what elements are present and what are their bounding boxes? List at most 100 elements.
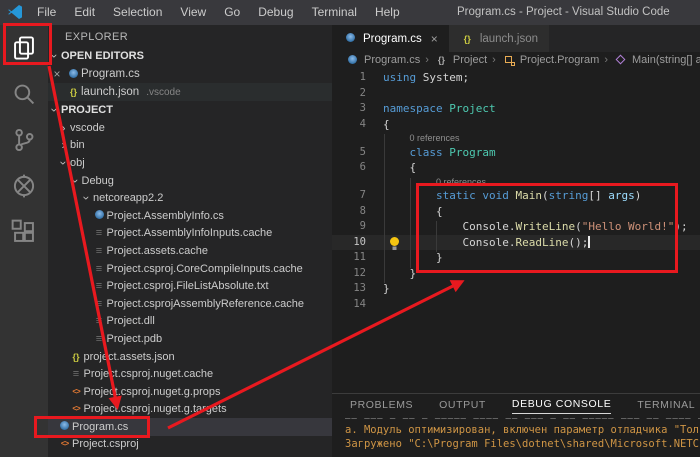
line-number[interactable]: 7: [332, 188, 366, 204]
code-line-3[interactable]: 3namespace Project: [332, 101, 700, 117]
panel-tab-problems[interactable]: PROBLEMS: [350, 399, 413, 414]
code-line-content: }: [366, 250, 443, 266]
tab-program-cs[interactable]: Program.cs×: [332, 25, 449, 52]
breadcrumb: Program.cs›{}Project›Project.Program›Mai…: [332, 52, 700, 68]
tree-item-project-csproj-filelistabsolute-txt[interactable]: ≡Project.csproj.FileListAbsolute.txt: [48, 277, 332, 295]
code-line-12[interactable]: 12 }: [332, 266, 700, 282]
line-number[interactable]: 6: [332, 160, 366, 176]
line-number[interactable]: 8: [332, 204, 366, 220]
tree-item-netcoreapp2-2[interactable]: ›netcoreapp2.2: [48, 189, 332, 207]
open-editor-launch-json[interactable]: {}launch.json.vscode: [48, 83, 332, 101]
codelens-row[interactable]: 0 references: [332, 176, 700, 189]
code-line-2[interactable]: 2: [332, 86, 700, 102]
menu-item-terminal[interactable]: Terminal: [303, 0, 366, 25]
menu-item-file[interactable]: File: [28, 0, 65, 25]
open-editors-list: ×Program.cs{}launch.json.vscode: [48, 65, 332, 101]
debug-icon[interactable]: [0, 163, 48, 209]
code-line-8[interactable]: 8 {: [332, 204, 700, 220]
text-cursor: [588, 236, 590, 248]
code-line-11[interactable]: 11 }: [332, 250, 700, 266]
code-line-9[interactable]: 9 Console.WriteLine("Hello World!");: [332, 219, 700, 235]
line-number[interactable]: 5: [332, 145, 366, 161]
tree-item-project-assemblyinfo-cs[interactable]: Project.AssemblyInfo.cs: [48, 207, 332, 225]
tree-item-project-csproj-nuget-g-targets[interactable]: <>Project.csproj.nuget.g.targets: [48, 401, 332, 419]
line-number[interactable]: 3: [332, 101, 366, 117]
tab-launch-json[interactable]: {}launch.json: [449, 25, 549, 52]
activity-bar: [0, 25, 48, 457]
panel-tab-output[interactable]: OUTPUT: [439, 399, 486, 414]
tree-item-project-csproj-nuget-g-props[interactable]: <>Project.csproj.nuget.g.props: [48, 383, 332, 401]
breadcrumb-item-project-program[interactable]: Project.Program: [501, 54, 599, 66]
menu-item-selection[interactable]: Selection: [104, 0, 171, 25]
chevron-down-icon: ›: [48, 50, 62, 63]
code-line-content: static void Main(string[] args): [366, 188, 641, 204]
source-control-icon[interactable]: [0, 117, 48, 163]
tree-item-project-assets-cache[interactable]: ≡Project.assets.cache: [48, 242, 332, 260]
debug-console-output[interactable]: –– ––– – –– – ––––– –––– –– ––– – –– –––…: [332, 414, 700, 451]
breadcrumb-item-program-cs[interactable]: Program.cs: [345, 54, 420, 66]
vscode-logo-icon: [8, 4, 24, 20]
code-line-14[interactable]: 14: [332, 297, 700, 313]
csharp-dot: [346, 33, 355, 42]
code-line-1[interactable]: 1using System;: [332, 70, 700, 86]
tree-item-project-assemblyinfoinputs-cache[interactable]: ≡Project.AssemblyInfoInputs.cache: [48, 225, 332, 243]
tree-item-project-csprojassemblyreference-cache[interactable]: ≡Project.csprojAssemblyReference.cache: [48, 295, 332, 313]
tree-item-vscode[interactable]: ›vscode: [48, 119, 332, 137]
sidebar-title: EXPLORER: [48, 25, 332, 47]
tree-item-program-cs[interactable]: Program.cs: [48, 418, 332, 436]
tree-item-obj[interactable]: ›obj: [48, 154, 332, 172]
menu-item-edit[interactable]: Edit: [65, 0, 104, 25]
tree-item-project-dll[interactable]: ≡Project.dll: [48, 313, 332, 331]
menu-item-debug[interactable]: Debug: [249, 0, 302, 25]
line-number[interactable]: 9: [332, 219, 366, 235]
line-number[interactable]: 4: [332, 117, 366, 133]
codelens-row[interactable]: 0 references: [332, 132, 700, 145]
explorer-sidebar: EXPLORER › OPEN EDITORS ×Program.cs{}lau…: [48, 25, 332, 457]
chevron-right-icon: ›: [57, 138, 70, 152]
explorer-icon[interactable]: [0, 25, 48, 71]
breadcrumb-item-project[interactable]: {}Project: [434, 54, 487, 66]
line-number[interactable]: 13: [332, 281, 366, 297]
tree-item-label: Project.csproj.nuget.g.targets: [84, 403, 227, 415]
line-number[interactable]: 1: [332, 70, 366, 86]
line-number[interactable]: 11: [332, 250, 366, 266]
project-section-header[interactable]: › PROJECT: [48, 101, 332, 119]
panel-tab-debug-console[interactable]: DEBUG CONSOLE: [512, 398, 611, 414]
code-editor[interactable]: 1using System;23namespace Project4{ 0 re…: [332, 68, 700, 312]
tree-item-bin[interactable]: ›bin: [48, 137, 332, 155]
search-icon[interactable]: [0, 71, 48, 117]
extensions-icon[interactable]: [0, 209, 48, 255]
menu-item-go[interactable]: Go: [215, 0, 249, 25]
menu-item-help[interactable]: Help: [366, 0, 409, 25]
line-number[interactable]: 14: [332, 297, 366, 313]
panel-tab-terminal[interactable]: TERMINAL: [637, 399, 695, 414]
menu-item-view[interactable]: View: [171, 0, 215, 25]
code-line-13[interactable]: 13}: [332, 281, 700, 297]
cache-file-icon: ≡: [92, 246, 107, 256]
code-line-7[interactable]: 7 static void Main(string[] args): [332, 188, 700, 204]
tree-item-debug[interactable]: ›Debug: [48, 172, 332, 190]
tree-item-project-csproj-nuget-cache[interactable]: ≡Project.csproj.nuget.cache: [48, 365, 332, 383]
open-editor-program-cs[interactable]: ×Program.cs: [48, 65, 332, 83]
tree-item-project-csproj[interactable]: <>Project.csproj: [48, 436, 332, 454]
tree-item-project-csproj-corecompileinputs-cache[interactable]: ≡Project.csproj.CoreCompileInputs.cache: [48, 260, 332, 278]
json-file-icon: {}: [66, 87, 81, 97]
tree-item-project-pdb[interactable]: ≡Project.pdb: [48, 330, 332, 348]
xml-file-icon: <>: [69, 387, 84, 397]
close-icon[interactable]: ×: [48, 67, 66, 81]
line-number[interactable]: 10: [332, 235, 366, 251]
breadcrumb-item-main-string-args[interactable]: Main(string[] args): [613, 54, 700, 66]
code-line-5[interactable]: 5 class Program: [332, 145, 700, 161]
code-line-content: {: [366, 204, 443, 220]
code-line-6[interactable]: 6 {: [332, 160, 700, 176]
tree-item-project-assets-json[interactable]: {}project.assets.json: [48, 348, 332, 366]
tree-item-label: Program.cs: [72, 421, 128, 433]
chevron-down-icon: ›: [80, 192, 94, 205]
code-line-content: namespace Project: [366, 101, 496, 117]
code-line-4[interactable]: 4{: [332, 117, 700, 133]
line-number[interactable]: 12: [332, 266, 366, 282]
lightbulb-icon[interactable]: [388, 236, 401, 251]
open-editors-header[interactable]: › OPEN EDITORS: [48, 47, 332, 65]
line-number[interactable]: 2: [332, 86, 366, 102]
close-icon[interactable]: ×: [431, 32, 438, 46]
